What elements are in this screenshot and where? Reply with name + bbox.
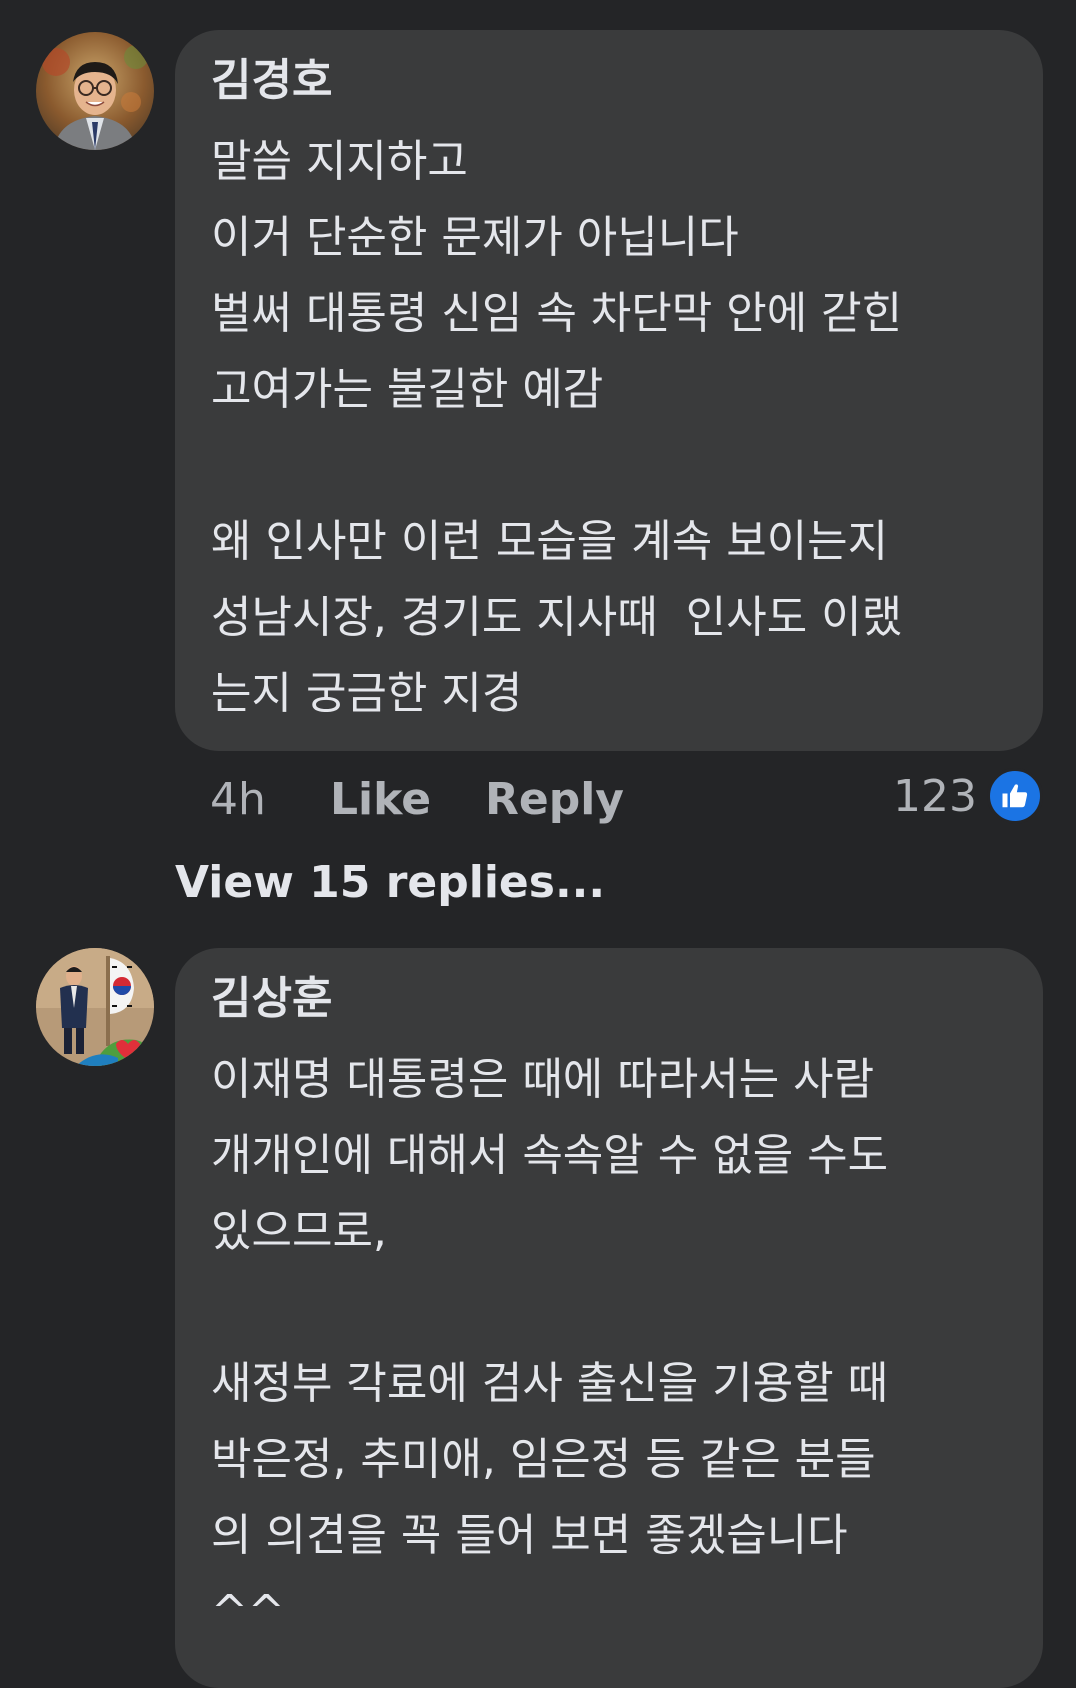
- view-replies-link[interactable]: View 15 replies...: [175, 853, 605, 913]
- comment-line: 벌써 대통령 신임 속 차단막 안에 갇힌: [211, 288, 903, 339]
- comment-line: 이거 단순한 문제가 아닙니다: [211, 212, 739, 263]
- reaction-count: 123: [893, 770, 977, 822]
- comment-actions: 4h Like Reply: [210, 770, 710, 830]
- reaction-summary[interactable]: 123: [893, 766, 1043, 826]
- comment-line: 새정부 각료에 검사 출신을 기용할 때: [211, 1358, 889, 1409]
- comment-line: 이재명 대통령은 때에 따라서는 사람: [211, 1054, 875, 1105]
- comment-timestamp[interactable]: 4h: [210, 770, 266, 830]
- comment-text: 이재명 대통령은 때에 따라서는 사람 개개인에 대해서 속속알 수 없을 수도…: [211, 1042, 1007, 1650]
- comment-bubble: 김상훈 이재명 대통령은 때에 따라서는 사람 개개인에 대해서 속속알 수 없…: [175, 948, 1043, 1688]
- comment-line: 는지 궁금한 지경: [211, 668, 523, 719]
- comment-line: [211, 428, 1007, 504]
- comment-thread: 김경호 말씀 지지하고 이거 단순한 문제가 아닙니다 벌써 대통령 신임 속 …: [0, 0, 1076, 1688]
- comment-line: 왜 인사만 이런 모습을 계속 보이는지: [211, 516, 889, 567]
- avatar[interactable]: [36, 948, 154, 1066]
- comment-line: 의 의견을 꼭 들어 보면 좋겠습니다: [211, 1510, 848, 1561]
- comment-author[interactable]: 김경호: [211, 52, 1007, 110]
- avatar-photo-icon: [36, 948, 154, 1066]
- comment-author[interactable]: 김상훈: [211, 970, 1007, 1028]
- comment-line: 성남시장, 경기도 지사때 인사도 이랬: [211, 592, 903, 643]
- avatar-photo-icon: [36, 32, 154, 150]
- reply-button[interactable]: Reply: [485, 770, 624, 830]
- comment-line: ^^: [211, 1586, 285, 1637]
- comment-line: 말씀 지지하고: [211, 136, 468, 187]
- comment-bubble: 김경호 말씀 지지하고 이거 단순한 문제가 아닙니다 벌써 대통령 신임 속 …: [175, 30, 1043, 751]
- comment-line: 고여가는 불길한 예감: [211, 364, 604, 415]
- comment-line: 있으므로,: [211, 1206, 387, 1257]
- comment-line: 박은정, 추미애, 임은정 등 같은 분들: [211, 1434, 876, 1485]
- comment-line: [211, 1270, 1007, 1346]
- comment-text: 말씀 지지하고 이거 단순한 문제가 아닙니다 벌써 대통령 신임 속 차단막 …: [211, 124, 1007, 732]
- comment-line: 개개인에 대해서 속속알 수 없을 수도: [211, 1130, 889, 1181]
- thumbs-up-icon: [987, 768, 1043, 824]
- avatar[interactable]: [36, 32, 154, 150]
- like-button[interactable]: Like: [330, 770, 431, 830]
